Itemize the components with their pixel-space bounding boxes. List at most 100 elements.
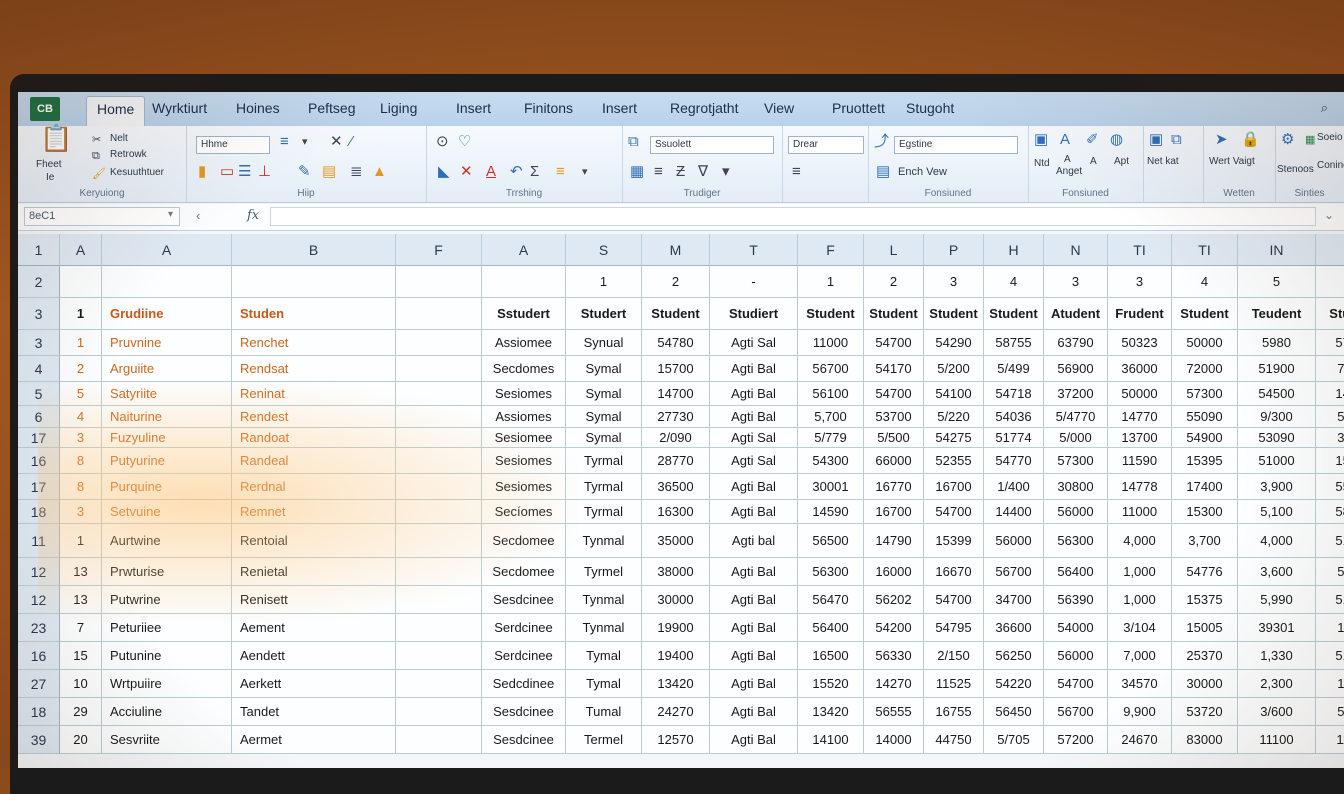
data-cell[interactable]: 15399 xyxy=(924,524,984,558)
header-cell[interactable] xyxy=(396,298,482,330)
font-color-icon[interactable]: A xyxy=(486,164,496,180)
data-cell[interactable]: Agti Bal xyxy=(710,382,798,406)
align-icon[interactable]: ≡ xyxy=(280,134,289,150)
row-header[interactable]: 27 xyxy=(18,670,60,698)
data-cell[interactable]: 29 xyxy=(60,698,102,726)
tab-8[interactable]: Regrotjatht xyxy=(670,100,738,116)
header-cell[interactable]: Studert xyxy=(566,298,642,330)
data-cell[interactable]: 15138 xyxy=(1316,448,1344,474)
data-cell[interactable]: 16700 xyxy=(924,474,984,500)
tab-7[interactable]: Insert xyxy=(602,100,637,116)
data-cell[interactable]: 30001 xyxy=(798,474,864,500)
data-cell[interactable]: Secíomes xyxy=(482,500,566,524)
data-cell[interactable]: Secdomee xyxy=(482,558,566,586)
chart-icon[interactable]: ▦ xyxy=(1305,132,1315,148)
data-cell[interactable]: Rendest xyxy=(232,406,396,428)
data-cell[interactable]: Agti Sal xyxy=(710,448,798,474)
row-header[interactable]: 39 xyxy=(18,726,60,754)
data-cell[interactable]: 39301 xyxy=(1238,614,1316,642)
lock-icon[interactable]: 🔒 xyxy=(1241,132,1260,148)
tab-9[interactable]: View xyxy=(764,100,794,116)
data-cell[interactable]: 13 xyxy=(60,586,102,614)
column-header[interactable]: A xyxy=(102,234,232,266)
data-cell[interactable]: 5/4770 xyxy=(1044,406,1108,428)
format-painter-button[interactable]: Kesuuthtuer xyxy=(110,167,164,178)
data-cell[interactable]: Serdcinee xyxy=(482,642,566,670)
header-cell[interactable]: Student xyxy=(798,298,864,330)
data-cell[interactable]: 5980 xyxy=(1238,330,1316,356)
analysis-item-3[interactable]: Coniner xyxy=(1317,160,1344,171)
data-cell[interactable]: 56000 xyxy=(1044,500,1108,524)
data-cell[interactable]: 14770 xyxy=(1108,406,1172,428)
data-cell[interactable]: Sesiomee xyxy=(482,428,566,448)
strike-icon[interactable]: ⊥ xyxy=(258,164,271,180)
column-header[interactable]: T xyxy=(710,234,798,266)
data-cell[interactable]: 3 xyxy=(924,266,984,298)
data-cell[interactable]: Renchet xyxy=(232,330,396,356)
data-cell[interactable]: 14400 xyxy=(984,500,1044,524)
fill-color-icon[interactable]: ▮ xyxy=(198,164,206,180)
data-cell[interactable]: 34700 xyxy=(984,586,1044,614)
data-cell[interactable]: 5/500 xyxy=(1316,558,1344,586)
data-cell[interactable]: Aement xyxy=(232,614,396,642)
data-cell[interactable]: 9,900 xyxy=(1108,698,1172,726)
data-cell[interactable]: 56330 xyxy=(864,642,924,670)
data-cell[interactable]: Sesdcinee xyxy=(482,586,566,614)
data-cell[interactable] xyxy=(396,558,482,586)
help-icon[interactable]: ⊙ xyxy=(436,134,449,150)
header-cell[interactable]: Grudiine xyxy=(102,298,232,330)
comment-icon[interactable]: ⧉ xyxy=(628,134,639,150)
data-cell[interactable]: Tyrmal xyxy=(566,474,642,500)
data-cell[interactable]: 9 xyxy=(1316,266,1344,298)
data-cell[interactable]: Serdcinee xyxy=(482,614,566,642)
data-cell[interactable]: 56390 xyxy=(1044,586,1108,614)
name-box[interactable]: 8eC1 xyxy=(24,207,180,226)
analysis-item-2[interactable]: Soeio xyxy=(1317,132,1343,143)
data-cell[interactable]: 5/000 xyxy=(1316,406,1344,428)
data-cell[interactable]: 56000 xyxy=(1044,642,1108,670)
column-header[interactable]: MI xyxy=(1316,234,1344,266)
data-cell[interactable]: 5/705 xyxy=(984,726,1044,754)
data-cell[interactable]: 16000 xyxy=(864,558,924,586)
data-cell[interactable] xyxy=(482,266,566,298)
data-cell[interactable]: Tyrmal xyxy=(566,500,642,524)
search-icon[interactable]: ⌕ xyxy=(1321,100,1328,116)
data-cell[interactable]: 54290 xyxy=(924,330,984,356)
column-header[interactable]: L xyxy=(864,234,924,266)
tab-1[interactable]: Wyrktiurt xyxy=(152,100,207,116)
data-cell[interactable]: 13420 xyxy=(642,670,710,698)
data-cell[interactable]: 34570 xyxy=(1108,670,1172,698)
font-name-dropdown[interactable]: Hhme xyxy=(196,136,270,154)
header-cell[interactable]: Frudent xyxy=(1108,298,1172,330)
paste-button[interactable]: Fheet xyxy=(36,159,62,170)
data-cell[interactable]: Arguiite xyxy=(102,356,232,382)
header-cell[interactable]: Student xyxy=(1172,298,1238,330)
draw-icon[interactable]: ⁄ xyxy=(350,134,353,150)
data-cell[interactable] xyxy=(396,356,482,382)
data-cell[interactable]: Tumal xyxy=(566,698,642,726)
data-cell[interactable]: Pruvnine xyxy=(102,330,232,356)
data-cell[interactable]: 54776 xyxy=(1172,558,1238,586)
chevron-down-icon[interactable]: ▾ xyxy=(302,134,308,150)
data-cell[interactable]: Peturiiee xyxy=(102,614,232,642)
sum-icon[interactable]: Σ xyxy=(530,164,539,180)
data-cell[interactable]: Remnet xyxy=(232,500,396,524)
analyze-icon[interactable]: ⚙ xyxy=(1281,132,1294,148)
view-button[interactable]: Ench Vew xyxy=(898,166,947,178)
data-cell[interactable]: 3/000 xyxy=(1316,428,1344,448)
column-header[interactable]: B xyxy=(232,234,396,266)
data-cell[interactable]: Sesiomes xyxy=(482,474,566,500)
number-format-dropdown[interactable]: Ssuolett xyxy=(650,136,774,154)
data-cell[interactable]: 3 xyxy=(60,428,102,448)
data-cell[interactable]: 56250 xyxy=(984,642,1044,670)
data-cell[interactable]: 19900 xyxy=(642,614,710,642)
header-cell[interactable]: Sstudert xyxy=(482,298,566,330)
data-cell[interactable]: 14590 xyxy=(798,500,864,524)
data-cell[interactable]: 5,100 xyxy=(1238,500,1316,524)
data-cell[interactable]: 11000 xyxy=(1108,500,1172,524)
data-cell[interactable]: Putwrine xyxy=(102,586,232,614)
data-cell[interactable]: Agti Bal xyxy=(710,670,798,698)
data-cell[interactable]: 1,330 xyxy=(1238,642,1316,670)
indent-icon[interactable]: ≣ xyxy=(350,164,363,180)
delete-icon[interactable]: ✕ xyxy=(460,164,473,180)
